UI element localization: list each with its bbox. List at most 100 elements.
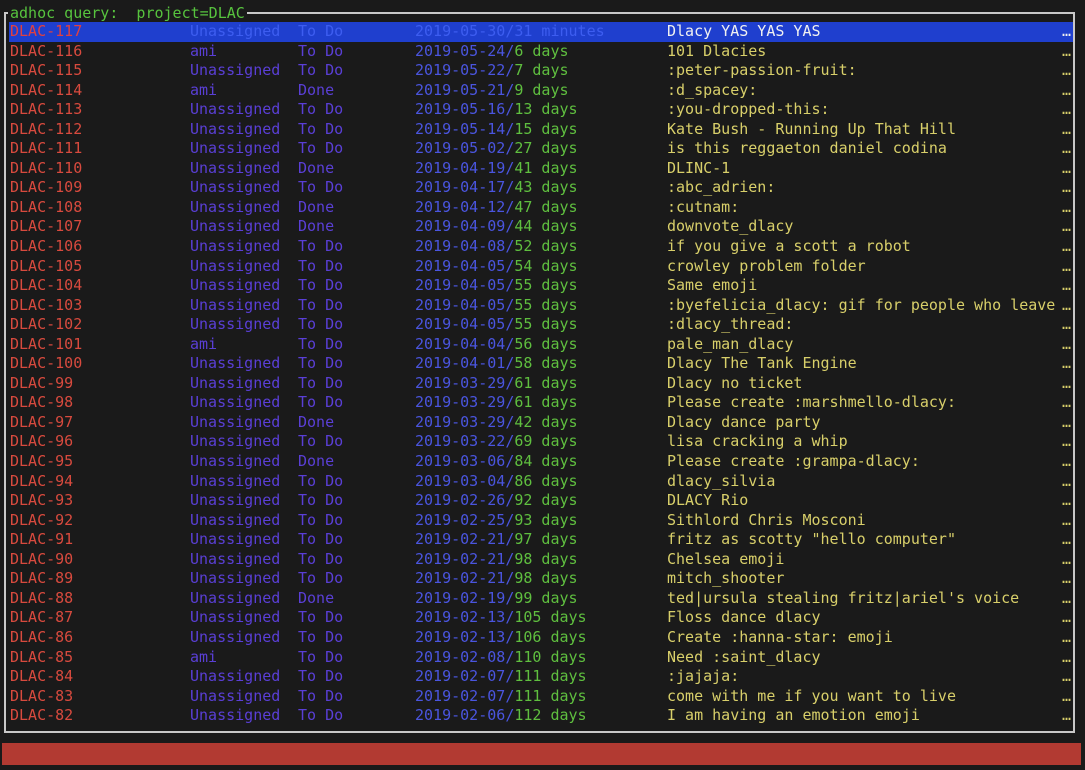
issue-row[interactable]: DLAC-106 Unassigned To Do 2019-04-08/52 … (9, 237, 1073, 257)
issue-key: DLAC-109 (10, 178, 83, 197)
issue-created-date: 2019-05-21 (415, 80, 506, 99)
issue-key: DLAC-84 (10, 667, 74, 686)
issue-age: 98 days (514, 549, 578, 568)
issue-age: 105 days (514, 608, 587, 627)
issue-summary: downvote_dlacy (667, 217, 794, 236)
issue-age: 111 days (514, 667, 587, 686)
issue-status: To Do (298, 608, 344, 627)
issue-row[interactable]: DLAC-91 Unassigned To Do 2019-02-21/97 d… (9, 530, 1073, 550)
issue-created-date: 2019-04-12 (415, 197, 506, 216)
issue-age: 93 days (514, 510, 578, 529)
issue-assignee: Unassigned (190, 569, 281, 588)
issue-assignee: ami (190, 41, 218, 60)
truncation-ellipsis: … (1062, 41, 1072, 60)
truncation-ellipsis: … (1062, 471, 1072, 490)
issue-row[interactable]: DLAC-87 Unassigned To Do 2019-02-13/105 … (9, 608, 1073, 628)
truncation-ellipsis: … (1062, 647, 1072, 666)
issue-row[interactable]: DLAC-96 Unassigned To Do 2019-03-22/69 d… (9, 432, 1073, 452)
issue-row[interactable]: DLAC-94 Unassigned To Do 2019-03-04/86 d… (9, 472, 1073, 492)
truncation-ellipsis: … (1062, 334, 1072, 353)
issue-row[interactable]: DLAC-97 Unassigned Done 2019-03-29/42 da… (9, 413, 1073, 433)
issue-row[interactable]: DLAC-101 ami To Do 2019-04-04/56 days pa… (9, 335, 1073, 355)
issue-key: DLAC-87 (10, 608, 74, 627)
issue-date: 2019-04-05/55 days (415, 315, 578, 335)
issue-status: To Do (298, 354, 344, 373)
issue-summary: :byefelicia_dlacy: gif for people who le… (667, 295, 1056, 314)
issue-row[interactable]: DLAC-102 Unassigned To Do 2019-04-05/55 … (9, 315, 1073, 335)
issue-summary: dlacy_silvia (667, 471, 776, 490)
issue-row[interactable]: DLAC-105 Unassigned To Do 2019-04-05/54 … (9, 257, 1073, 277)
issue-row[interactable]: DLAC-116 ami To Do 2019-05-24/6 days 101… (9, 42, 1073, 62)
issue-row[interactable]: DLAC-103 Unassigned To Do 2019-04-05/55 … (9, 296, 1073, 316)
issue-row[interactable]: DLAC-110 Unassigned Done 2019-04-19/41 d… (9, 159, 1073, 179)
issue-key: DLAC-106 (10, 237, 83, 256)
issue-row[interactable]: DLAC-98 Unassigned To Do 2019-03-29/61 d… (9, 393, 1073, 413)
issue-row[interactable]: DLAC-115 Unassigned To Do 2019-05-22/7 d… (9, 61, 1073, 81)
issue-status: Done (298, 197, 335, 216)
issue-key: DLAC-114 (10, 80, 83, 99)
issue-row[interactable]: DLAC-84 Unassigned To Do 2019-02-07/111 … (9, 667, 1073, 687)
issue-created-date: 2019-02-13 (415, 627, 506, 646)
issue-created-date: 2019-05-24 (415, 41, 506, 60)
issue-row[interactable]: DLAC-93 Unassigned To Do 2019-02-26/92 d… (9, 491, 1073, 511)
date-separator: / (505, 706, 515, 725)
issue-summary: Chelsea emoji (667, 549, 785, 568)
issue-age: 52 days (514, 237, 578, 256)
issue-row[interactable]: DLAC-108 Unassigned Done 2019-04-12/47 d… (9, 198, 1073, 218)
issue-row[interactable]: DLAC-107 Unassigned Done 2019-04-09/44 d… (9, 217, 1073, 237)
issue-row[interactable]: DLAC-113 Unassigned To Do 2019-05-16/13 … (9, 100, 1073, 120)
issue-status: To Do (298, 530, 344, 549)
issue-row[interactable]: DLAC-88 Unassigned Done 2019-02-19/99 da… (9, 589, 1073, 609)
issue-row[interactable]: DLAC-83 Unassigned To Do 2019-02-07/111 … (9, 687, 1073, 707)
issue-row[interactable]: DLAC-104 Unassigned To Do 2019-04-05/55 … (9, 276, 1073, 296)
issue-age: 42 days (514, 412, 578, 431)
issue-date: 2019-05-21/9 days (415, 81, 569, 101)
issue-row[interactable]: DLAC-114 ami Done 2019-05-21/9 days :d_s… (9, 81, 1073, 101)
date-separator: / (505, 647, 515, 666)
date-separator: / (505, 471, 515, 490)
issue-row[interactable]: DLAC-95 Unassigned Done 2019-03-06/84 da… (9, 452, 1073, 472)
issue-row[interactable]: DLAC-100 Unassigned To Do 2019-04-01/58 … (9, 354, 1073, 374)
issue-status: To Do (298, 569, 344, 588)
issue-row[interactable]: DLAC-86 Unassigned To Do 2019-02-13/106 … (9, 628, 1073, 648)
issue-date: 2019-02-21/98 days (415, 569, 578, 589)
truncation-ellipsis: … (1062, 139, 1072, 158)
issue-status: Done (298, 452, 335, 471)
issue-status: Done (298, 158, 335, 177)
date-separator: / (505, 393, 515, 412)
date-separator: / (505, 412, 515, 431)
issue-row[interactable]: DLAC-85 ami To Do 2019-02-08/110 days Ne… (9, 648, 1073, 668)
issue-list[interactable]: DLAC-117 Unassigned To Do 2019-05-30/31 … (9, 22, 1073, 726)
date-separator: / (505, 61, 515, 80)
issue-row[interactable]: DLAC-99 Unassigned To Do 2019-03-29/61 d… (9, 374, 1073, 394)
issue-row[interactable]: DLAC-112 Unassigned To Do 2019-05-14/15 … (9, 120, 1073, 140)
issue-status: To Do (298, 100, 344, 119)
issue-row[interactable]: DLAC-109 Unassigned To Do 2019-04-17/43 … (9, 178, 1073, 198)
issue-created-date: 2019-02-08 (415, 647, 506, 666)
truncation-ellipsis: … (1062, 667, 1072, 686)
issue-assignee: Unassigned (190, 158, 281, 177)
issue-created-date: 2019-05-02 (415, 139, 506, 158)
issue-assignee: Unassigned (190, 686, 281, 705)
issue-created-date: 2019-03-29 (415, 373, 506, 392)
truncation-ellipsis: … (1062, 452, 1072, 471)
issue-assignee: Unassigned (190, 393, 281, 412)
issue-age: 84 days (514, 452, 578, 471)
issue-date: 2019-02-21/97 days (415, 530, 578, 550)
issue-date: 2019-02-25/93 days (415, 511, 578, 531)
issue-row[interactable]: DLAC-111 Unassigned To Do 2019-05-02/27 … (9, 139, 1073, 159)
issue-age: 31 minutes (514, 22, 605, 40)
issue-row[interactable]: DLAC-90 Unassigned To Do 2019-02-21/98 d… (9, 550, 1073, 570)
issue-row[interactable]: DLAC-117 Unassigned To Do 2019-05-30/31 … (9, 22, 1073, 42)
issue-date: 2019-04-19/41 days (415, 159, 578, 179)
issue-created-date: 2019-04-08 (415, 237, 506, 256)
issue-row[interactable]: DLAC-92 Unassigned To Do 2019-02-25/93 d… (9, 511, 1073, 531)
issue-date: 2019-04-01/58 days (415, 354, 578, 374)
issue-summary: fritz as scotty "hello computer" (667, 530, 956, 549)
issue-summary: Please create :grampa-dlacy: (667, 452, 920, 471)
issue-summary: crowley problem folder (667, 256, 866, 275)
issue-assignee: Unassigned (190, 256, 281, 275)
date-separator: / (505, 178, 515, 197)
issue-row[interactable]: DLAC-82 Unassigned To Do 2019-02-06/112 … (9, 706, 1073, 726)
issue-row[interactable]: DLAC-89 Unassigned To Do 2019-02-21/98 d… (9, 569, 1073, 589)
